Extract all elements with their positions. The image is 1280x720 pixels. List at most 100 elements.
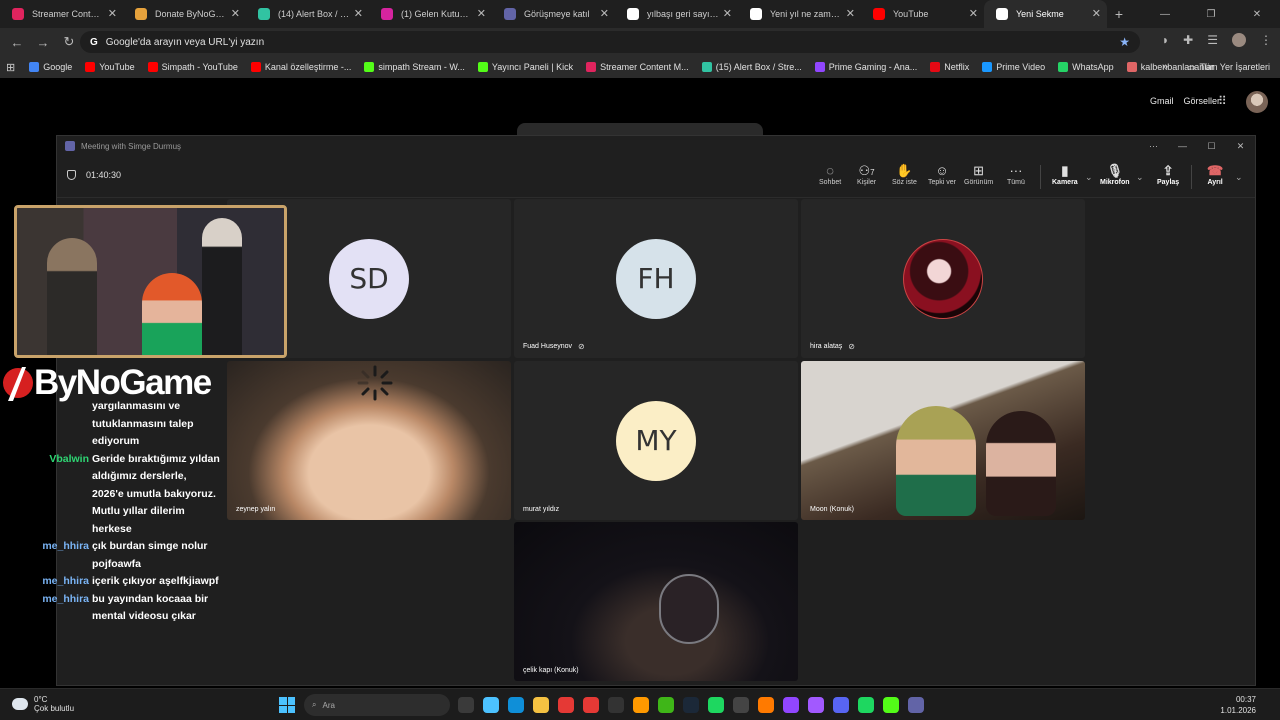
browser-tab[interactable]: Streamer Content M... ✕ xyxy=(0,0,123,28)
images-link[interactable]: Görseller xyxy=(1183,96,1220,106)
browser-tab[interactable]: Yeni Sekme ✕ xyxy=(984,0,1107,28)
tab-close-icon[interactable]: ✕ xyxy=(600,7,609,20)
tab-close-icon[interactable]: ✕ xyxy=(477,7,486,20)
close-icon[interactable]: ✕ xyxy=(1234,0,1280,28)
taskbar-app-icon[interactable] xyxy=(833,697,849,713)
tab-close-icon[interactable]: ✕ xyxy=(846,7,855,20)
extensions-puzzle-icon[interactable]: ✚ xyxy=(1183,33,1193,47)
all-bookmarks-folder[interactable]: ▭ Tüm Yer İşaretleri xyxy=(1187,62,1270,73)
taskbar-search[interactable]: ⌕ Ara xyxy=(304,694,450,716)
tab-close-icon[interactable]: ✕ xyxy=(969,7,978,20)
taskbar-app-icon[interactable] xyxy=(783,697,799,713)
react-button[interactable]: ☺ Tepki ver xyxy=(928,163,956,186)
taskbar-app-icon[interactable] xyxy=(858,697,874,713)
taskbar-app-icon[interactable] xyxy=(908,697,924,713)
tab-close-icon[interactable]: ✕ xyxy=(108,7,117,20)
minimize-icon[interactable]: — xyxy=(1142,0,1188,28)
maximize-icon[interactable]: ☐ xyxy=(1197,136,1226,156)
taskbar-app-icon[interactable] xyxy=(558,697,574,713)
taskbar-app-icon[interactable] xyxy=(583,697,599,713)
participant-name-text: murat yıldız xyxy=(523,506,560,513)
participant-tile-hira[interactable]: hira alataş ⊘ xyxy=(801,199,1085,358)
google-apps-icon[interactable]: ⠿ xyxy=(1218,94,1227,108)
camera-options-chevron-icon[interactable]: ⌄ xyxy=(1085,172,1093,183)
tab-close-icon[interactable]: ✕ xyxy=(231,7,240,20)
leave-options-chevron-icon[interactable]: ⌄ xyxy=(1235,172,1243,183)
bookmark-item[interactable]: Kanal özelleştirme -... xyxy=(250,62,351,72)
taskbar-app-icon[interactable] xyxy=(658,697,674,713)
close-icon[interactable]: ✕ xyxy=(1226,136,1255,156)
reading-list-icon[interactable]: ☰ xyxy=(1207,33,1218,47)
taskbar-app-icon[interactable] xyxy=(733,697,749,713)
taskbar-app-icon[interactable] xyxy=(708,697,724,713)
menu-icon[interactable]: ⋮ xyxy=(1260,33,1272,47)
back-icon[interactable]: ← xyxy=(4,35,30,50)
bookmark-item[interactable]: simpath Stream - W... xyxy=(364,62,465,72)
profile-avatar[interactable] xyxy=(1232,33,1246,47)
bookmark-item[interactable]: (15) Alert Box / Stre... xyxy=(701,62,802,72)
taskbar-app-icon[interactable] xyxy=(608,697,624,713)
taskbar-app-icon[interactable] xyxy=(508,697,524,713)
taskbar-app-icon[interactable] xyxy=(758,697,774,713)
bookmark-star-icon[interactable]: ★ xyxy=(1119,35,1130,49)
account-avatar[interactable] xyxy=(1246,91,1268,113)
browser-tab[interactable]: Görüşmeye katıl ✕ xyxy=(492,0,615,28)
gmail-link[interactable]: Gmail xyxy=(1150,96,1174,106)
tab-close-icon[interactable]: ✕ xyxy=(354,7,363,20)
taskbar-app-icon[interactable] xyxy=(683,697,699,713)
more-icon[interactable]: ··· xyxy=(1139,136,1168,156)
taskbar-app-icon[interactable] xyxy=(458,697,474,713)
bookmark-item[interactable]: Prime Video xyxy=(982,62,1045,72)
forward-icon[interactable]: → xyxy=(30,35,56,50)
browser-tab[interactable]: (1) Gelen Kutusu • So ✕ xyxy=(369,0,492,28)
taskbar-clock[interactable]: 00:37 1.01.2026 xyxy=(1220,694,1256,716)
chat-username: me_hhira xyxy=(42,592,89,605)
bookmark-item[interactable]: YouTube xyxy=(85,62,135,72)
participant-tile-zeynep[interactable]: zeynep yalın xyxy=(227,361,511,520)
apps-grid-icon[interactable]: ⊞ xyxy=(6,61,15,74)
more-bookmarks-icon[interactable]: » xyxy=(1162,61,1168,73)
taskbar-app-icon[interactable] xyxy=(808,697,824,713)
participant-tile-moon[interactable]: Moon (Konuk) xyxy=(801,361,1085,520)
browser-tab[interactable]: yılbaşı geri sayım 20 ✕ xyxy=(615,0,738,28)
share-button[interactable]: ⇪ Paylaş xyxy=(1157,163,1179,186)
taskbar-app-icon[interactable] xyxy=(533,697,549,713)
leave-button[interactable]: ☎ Ayrıl xyxy=(1207,163,1223,186)
chat-button[interactable]: ◌ Sohbet xyxy=(819,163,841,186)
bookmark-item[interactable]: Netflix xyxy=(930,62,969,72)
chat-text: tutuklanmasını talep xyxy=(92,417,194,430)
taskbar-app-icon[interactable] xyxy=(883,697,899,713)
tab-close-icon[interactable]: ✕ xyxy=(1092,7,1101,20)
taskbar-app-icon[interactable] xyxy=(633,697,649,713)
extension-icon[interactable]: ◗ xyxy=(1162,33,1169,47)
more-button[interactable]: ··· Tümü xyxy=(1007,163,1025,186)
view-button[interactable]: ⊞ Görünüm xyxy=(964,163,993,186)
browser-tab[interactable]: YouTube ✕ xyxy=(861,0,984,28)
participant-tile-fuad[interactable]: FH Fuad Huseynov ⊘ xyxy=(514,199,798,358)
participant-tile-celik[interactable]: çelik kapı (Konuk) xyxy=(514,522,798,681)
browser-tab[interactable]: (14) Alert Box / Strea ✕ xyxy=(246,0,369,28)
reload-icon[interactable]: ↻ xyxy=(56,34,82,50)
taskbar-app-icon[interactable] xyxy=(483,697,499,713)
mic-button[interactable]: 🎙 Mikrofon xyxy=(1100,163,1130,186)
weather-widget[interactable]: 0°C Çok bulutlu xyxy=(12,695,74,713)
bookmark-item[interactable]: WhatsApp xyxy=(1058,62,1114,72)
camera-button[interactable]: ▮ Kamera xyxy=(1052,163,1078,186)
bookmark-item[interactable]: Simpath - YouTube xyxy=(147,62,238,72)
bookmark-item[interactable]: Google xyxy=(29,62,72,72)
participant-tile-murat[interactable]: MY murat yıldız xyxy=(514,361,798,520)
windows-start-icon[interactable] xyxy=(279,697,295,713)
browser-tab[interactable]: Donate ByNoGame - ✕ xyxy=(123,0,246,28)
address-bar[interactable]: G Google'da arayın veya URL'yi yazın ★ xyxy=(80,31,1140,53)
raise-hand-button[interactable]: ✋ Söz iste xyxy=(892,163,917,186)
people-button[interactable]: ⚇7 Kişiler xyxy=(857,163,876,186)
bookmark-item[interactable]: Yayıncı Paneli | Kick xyxy=(477,62,573,72)
new-tab-icon[interactable]: + xyxy=(1107,6,1131,22)
bookmark-item[interactable]: Streamer Content M... xyxy=(586,62,689,72)
mic-options-chevron-icon[interactable]: ⌄ xyxy=(1136,172,1144,183)
restore-icon[interactable]: ❐ xyxy=(1188,0,1234,28)
browser-tab[interactable]: Yeni yıl ne zaman 20 ✕ xyxy=(738,0,861,28)
minimize-icon[interactable]: — xyxy=(1168,136,1197,156)
tab-close-icon[interactable]: ✕ xyxy=(723,7,732,20)
bookmark-item[interactable]: Prime Gaming - Ana... xyxy=(814,62,917,72)
